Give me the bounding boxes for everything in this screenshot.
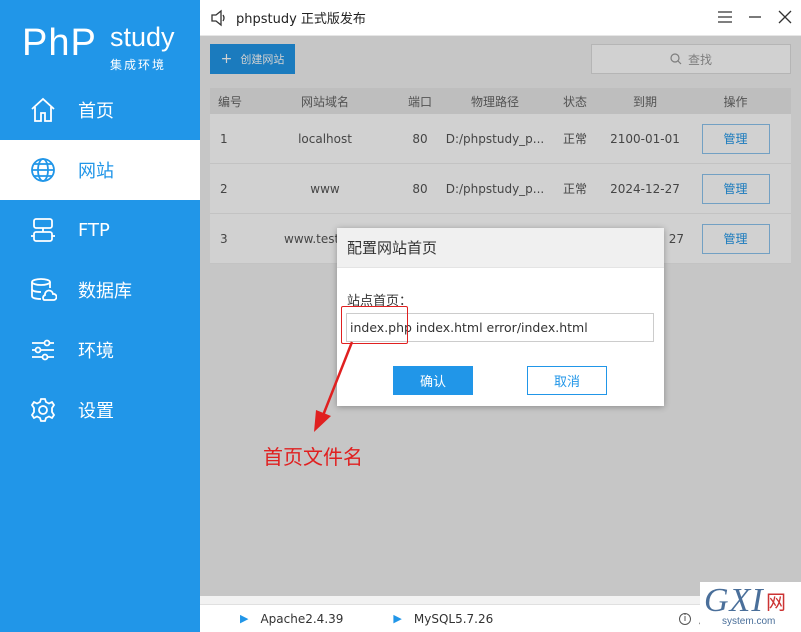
play-icon: ▶ [240,612,249,625]
ftp-icon [28,215,58,245]
minimize-icon[interactable] [747,8,763,26]
watermark-brand: GXI [704,582,764,619]
sidebar: PhP study 集成环境 首页 网站 FTP 数据库 环境 设置 [0,0,200,632]
sidebar-item-home[interactable]: 首页 [0,80,200,140]
sidebar-item-label: FTP [78,219,110,241]
info-icon: i [678,612,691,625]
sidebar-item-database[interactable]: 数据库 [0,260,200,320]
apache-label: Apache2.4.39 [260,611,344,626]
logo-php: PhP [22,22,97,64]
sidebar-item-label: 环境 [78,341,114,362]
database-icon [28,275,58,305]
watermark-net: 网 [766,590,786,614]
logo-subtitle: 集成环境 [110,58,167,72]
sidebar-item-label: 网站 [78,161,114,182]
play-icon: ▶ [393,612,402,625]
sidebar-item-label: 设置 [78,401,114,422]
annotation-text: 首页文件名 [263,445,363,469]
close-icon[interactable] [777,8,793,26]
window-title: phpstudy 正式版发布 [236,12,366,27]
highlight-box [341,306,408,344]
sidebar-item-environment[interactable]: 环境 [0,320,200,380]
menu-icon[interactable] [717,8,733,26]
gear-icon [28,395,58,425]
globe-icon [28,155,58,185]
home-icon [28,95,58,125]
sidebar-item-ftp[interactable]: FTP [0,200,200,260]
mysql-label: MySQL5.7.26 [413,611,494,626]
watermark-logo: GXI 网 system.com [700,582,801,632]
sidebar-item-label: 首页 [78,101,114,122]
app-logo: PhP study 集成环境 [22,22,192,72]
sidebar-item-settings[interactable]: 设置 [0,380,200,440]
sidebar-item-website[interactable]: 网站 [0,140,200,200]
apache-service[interactable]: ▶ Apache2.4.39 [240,612,343,626]
mysql-service[interactable]: ▶ MySQL5.7.26 [393,612,493,626]
watermark-domain: system.com [722,616,776,627]
speaker-icon [211,9,225,26]
sidebar-nav: 首页 网站 FTP 数据库 环境 设置 [0,80,200,440]
sidebar-item-label: 数据库 [78,281,132,302]
title-bar: phpstudy 正式版发布 [200,0,801,36]
annotation-arrow [314,341,354,432]
confirm-button[interactable]: 确认 [393,366,473,395]
sliders-icon [28,335,58,365]
cancel-button[interactable]: 取消 [527,366,607,395]
dialog-title: 配置网站首页 [337,228,664,268]
window-controls [717,8,793,26]
logo-study: study [110,22,175,52]
